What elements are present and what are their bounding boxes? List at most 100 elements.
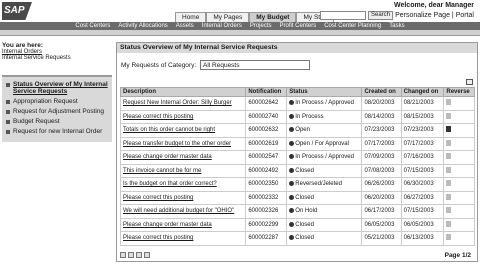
reverse-cell[interactable] — [443, 190, 475, 205]
tab-my-pages[interactable]: My Pages — [206, 12, 250, 22]
col-changed-on[interactable]: Changed on — [400, 87, 445, 97]
table-settings-icon[interactable] — [466, 79, 473, 85]
status-icon — [289, 181, 295, 187]
bullet-icon — [6, 120, 10, 124]
notification-number: 600002287 — [245, 231, 288, 246]
sidebar-item-appropriation-request[interactable]: Appropriation Request — [6, 98, 108, 105]
page-link[interactable]: Page — [434, 12, 450, 19]
main-panel: Status Overview of My Internal Service R… — [116, 42, 478, 262]
col-created-on[interactable]: Created on — [361, 87, 402, 97]
status-cell: Closed — [286, 231, 363, 246]
table-row: Please transfer budget to the other orde… — [119, 136, 475, 151]
reverse-cell[interactable] — [443, 96, 475, 111]
sidebar-item-new-internal-order[interactable]: Request for new Internal Order — [6, 128, 108, 135]
reverse-cell[interactable] — [443, 217, 475, 232]
category-select[interactable]: All Requests — [200, 60, 310, 70]
prev-page-icon[interactable] — [128, 252, 134, 258]
trash-icon[interactable] — [446, 153, 452, 160]
subnav-profit-centers[interactable]: Profit Centers — [277, 22, 320, 30]
bullet-icon — [6, 83, 10, 87]
sub-navigation: Cost Centers Activity Allocations Assets… — [0, 22, 480, 30]
reverse-cell[interactable] — [443, 163, 475, 178]
sidebar-item-status-overview[interactable]: Status Overview of My Internal Service R… — [6, 81, 108, 95]
notification-number: 600002547 — [245, 150, 288, 165]
table-row: This invoice cannot be for me 600002492 Cl… — [119, 163, 475, 178]
changed-date: 06/05/2003 — [400, 217, 445, 232]
next-page-icon[interactable] — [136, 252, 142, 258]
changed-date: 06/30/2003 — [400, 177, 445, 192]
subnav-projects[interactable]: Projects — [247, 22, 275, 30]
sidebar-item-adjustment-posting[interactable]: Request for Adjustment Posting — [6, 108, 108, 115]
portal-link[interactable]: Portal — [456, 12, 474, 19]
subnav-activity-allocations[interactable]: Activity Allocations — [115, 22, 170, 30]
col-status[interactable]: Status — [286, 87, 363, 97]
welcome-text: Welcome, dear Manager — [393, 2, 474, 9]
subnav-assets[interactable]: Assets — [173, 22, 197, 30]
reverse-cell[interactable] — [443, 150, 475, 165]
created-date: 06/20/2003 — [361, 190, 402, 205]
request-description[interactable]: Please correct this posting — [119, 109, 247, 124]
status-icon — [289, 194, 295, 200]
request-description[interactable]: Totals on this order cannot be right — [119, 123, 247, 138]
subnav-cost-centers[interactable]: Cost Centers — [72, 22, 113, 30]
request-description[interactable]: This invoice cannot be for me — [119, 163, 247, 178]
col-description[interactable]: Description — [119, 87, 247, 97]
request-description[interactable]: Please change order master data — [119, 150, 247, 165]
tab-home[interactable]: Home — [175, 12, 207, 22]
status-icon — [289, 100, 295, 106]
request-description[interactable]: Please transfer budget to the other orde… — [119, 136, 247, 151]
request-description[interactable]: Please change order master data — [119, 217, 247, 232]
reverse-cell[interactable] — [443, 109, 475, 124]
reverse-cell[interactable] — [443, 177, 475, 192]
page-indicator: Page 1/2 — [444, 252, 471, 259]
request-description[interactable]: Is the budget on that order correct? — [119, 177, 247, 192]
request-description[interactable]: We will need additional budget for "OHIO… — [119, 204, 247, 219]
notification-number: 600002350 — [245, 177, 288, 192]
sidebar: You are here: Internal Orders Internal S… — [2, 42, 112, 142]
created-date: 07/23/2003 — [361, 123, 402, 138]
trash-icon[interactable] — [446, 234, 452, 241]
bullet-icon — [6, 110, 10, 114]
col-reverse[interactable]: Reverse — [443, 87, 475, 97]
subnav-cost-center-planning[interactable]: Cost Center Planning — [321, 22, 384, 30]
trash-icon[interactable] — [446, 112, 452, 119]
trash-icon[interactable] — [446, 207, 452, 214]
last-page-icon[interactable] — [144, 252, 150, 258]
changed-date: 06/27/2003 — [400, 190, 445, 205]
breadcrumb-service-requests: Internal Service Requests — [2, 55, 71, 61]
notification-number: 600002299 — [245, 217, 288, 232]
trash-icon[interactable] — [446, 220, 452, 227]
created-date: 08/20/2003 — [361, 96, 402, 111]
trash-icon[interactable] — [446, 166, 452, 173]
request-description[interactable]: Request New Internal Order: Silly Burger — [119, 96, 247, 111]
personalize-link[interactable]: Personalize — [395, 12, 432, 19]
request-description[interactable]: Please correct this posting — [119, 190, 247, 205]
subnav-tasks[interactable]: Tasks — [386, 22, 407, 30]
table-row: Please change order master data 600002547… — [119, 150, 475, 165]
requests-table: Description Notification Status Created … — [119, 87, 475, 246]
trash-icon[interactable] — [446, 126, 452, 133]
search-input[interactable] — [320, 11, 366, 20]
sidebar-item-budget-request[interactable]: Budget Request — [6, 118, 108, 125]
status-cell: Open — [286, 123, 363, 138]
status-cell: Open / For Approval — [286, 136, 363, 151]
request-description[interactable]: Please correct this posting — [119, 231, 247, 246]
status-icon — [289, 113, 295, 119]
divider-bar — [0, 30, 480, 36]
search-button[interactable]: Search — [368, 11, 394, 20]
trash-icon[interactable] — [446, 99, 452, 106]
reverse-cell[interactable] — [443, 204, 475, 219]
table-row: Please correct this posting 600002287 Clos… — [119, 231, 475, 246]
table-row: Totals on this order cannot be right 6000… — [119, 123, 475, 138]
reverse-cell[interactable] — [443, 231, 475, 246]
tab-my-budget[interactable]: My Budget — [249, 12, 297, 22]
trash-icon[interactable] — [446, 139, 452, 146]
reverse-cell[interactable] — [443, 136, 475, 151]
first-page-icon[interactable] — [120, 252, 126, 258]
trash-icon[interactable] — [446, 193, 452, 200]
col-notification[interactable]: Notification — [245, 87, 288, 97]
subnav-internal-orders[interactable]: Internal Orders — [199, 22, 245, 30]
status-cell: Closed — [286, 163, 363, 178]
trash-icon[interactable] — [446, 180, 452, 187]
reverse-cell[interactable] — [443, 123, 475, 138]
